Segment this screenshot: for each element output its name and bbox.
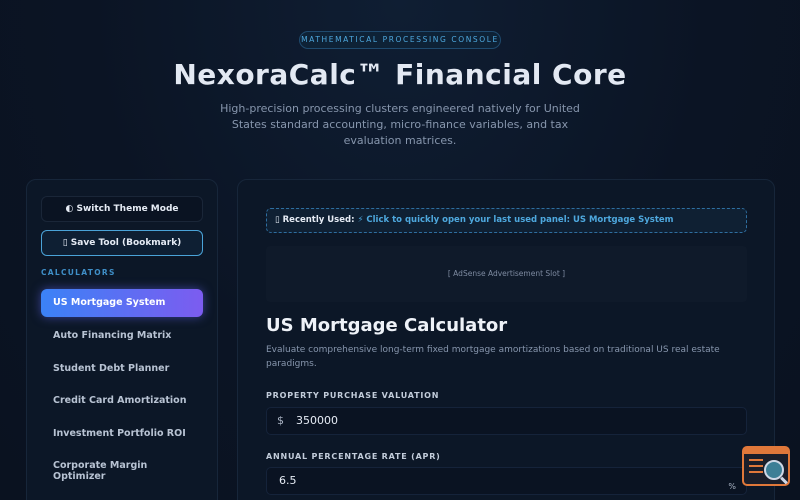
recently-used-banner[interactable]: ▯ Recently Used: ⚡ Click to quickly open… bbox=[266, 208, 747, 233]
page-title: NexoraCalc™ Financial Core bbox=[173, 58, 627, 91]
ad-slot: [ AdSense Advertisement Slot ] bbox=[266, 246, 747, 302]
search-code-icon[interactable] bbox=[742, 446, 790, 486]
apr-value: 6.5 bbox=[279, 474, 297, 487]
calculator-description: Evaluate comprehensive long-term fixed m… bbox=[266, 345, 720, 369]
sidebar: ◐ Switch Theme Mode ▯ Save Tool (Bookmar… bbox=[26, 179, 218, 500]
sidebar-item-credit-card[interactable]: Credit Card Amortization bbox=[41, 395, 203, 406]
sidebar-item-student-debt[interactable]: Student Debt Planner bbox=[41, 363, 203, 374]
percent-suffix: % bbox=[728, 482, 736, 491]
apr-label: ANNUAL PERCENTAGE RATE (APR) bbox=[266, 452, 441, 461]
property-valuation-label: PROPERTY PURCHASE VALUATION bbox=[266, 391, 440, 400]
console-badge: MATHEMATICAL PROCESSING CONSOLE bbox=[299, 31, 501, 49]
calculator-title: US Mortgage Calculator bbox=[266, 315, 508, 336]
apr-input[interactable]: 6.5 % bbox=[266, 467, 747, 495]
switch-theme-button[interactable]: ◐ Switch Theme Mode bbox=[41, 196, 203, 222]
magnifier-handle-icon bbox=[780, 476, 788, 485]
save-tool-button[interactable]: ▯ Save Tool (Bookmark) bbox=[41, 230, 203, 256]
recently-used-link[interactable]: ⚡ Click to quickly open your last used p… bbox=[357, 215, 673, 225]
page-subtitle: High-precision processing clusters engin… bbox=[220, 102, 580, 147]
sidebar-item-auto-financing[interactable]: Auto Financing Matrix bbox=[41, 330, 203, 341]
main-panel: ▯ Recently Used: ⚡ Click to quickly open… bbox=[237, 179, 775, 500]
sidebar-item-us-mortgage[interactable]: US Mortgage System bbox=[41, 289, 203, 317]
property-valuation-input[interactable]: $ 350000 bbox=[266, 407, 747, 435]
dollar-prefix: $ bbox=[277, 414, 284, 427]
code-lines-icon bbox=[749, 459, 763, 479]
widget-title-bar bbox=[744, 448, 788, 454]
property-valuation-value: 350000 bbox=[296, 414, 338, 427]
recently-used-label: ▯ Recently Used: bbox=[275, 215, 355, 225]
calculators-section-label: CALCULATORS bbox=[41, 268, 116, 277]
sidebar-item-investment-roi[interactable]: Investment Portfolio ROI bbox=[41, 428, 203, 439]
sidebar-item-corporate-margin[interactable]: Corporate Margin Optimizer bbox=[41, 460, 181, 482]
